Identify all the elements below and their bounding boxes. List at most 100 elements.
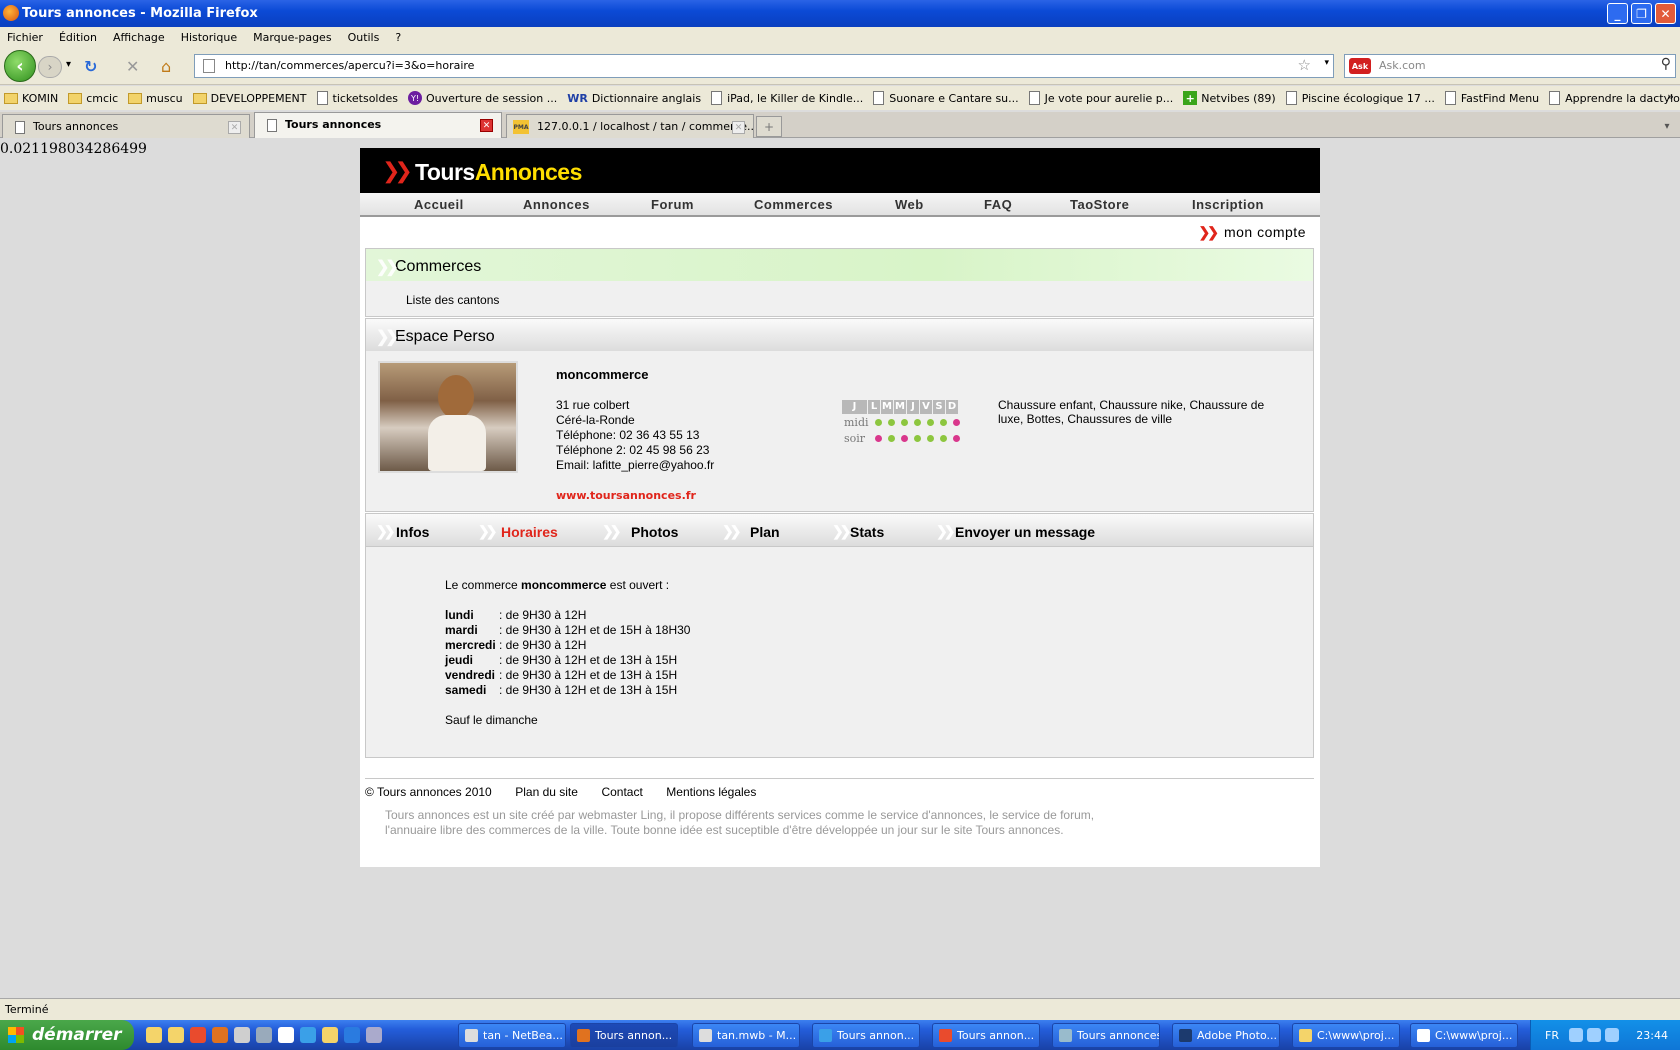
liste-cantons-link[interactable]: Liste des cantons xyxy=(406,293,499,307)
menu-help[interactable]: ? xyxy=(395,31,401,44)
shop-photo[interactable] xyxy=(378,361,518,473)
subtab-horaires[interactable]: Horaires xyxy=(501,524,558,540)
bookmark-dictionnaire[interactable]: WR Dictionnaire anglais xyxy=(567,92,701,105)
task-folder-proj[interactable]: C:\www\proj... xyxy=(1292,1023,1400,1048)
bookmark-ipad[interactable]: iPad, le Killer de Kindle... xyxy=(711,91,863,105)
bookmark-komin[interactable]: KOMIN xyxy=(4,92,58,105)
explorer-icon[interactable] xyxy=(146,1027,162,1043)
task-ie-tours[interactable]: Tours annon... xyxy=(812,1023,920,1048)
task-chrome-tours[interactable]: Tours annon... xyxy=(932,1023,1040,1048)
nav-accueil[interactable]: Accueil xyxy=(414,197,464,212)
nav-forum[interactable]: Forum xyxy=(651,197,694,212)
menu-outils[interactable]: Outils xyxy=(348,31,380,44)
menu-marque-pages[interactable]: Marque-pages xyxy=(253,31,331,44)
quick-launch xyxy=(146,1027,382,1043)
url-bar[interactable]: http://tan/commerces/apercu?i=3&o=horair… xyxy=(194,54,1334,78)
tab-close-icon[interactable]: ✕ xyxy=(732,121,745,134)
double-chevron-icon: ❯❯ xyxy=(832,523,852,539)
back-button[interactable]: ‹ xyxy=(4,50,36,82)
volume-icon[interactable] xyxy=(1587,1028,1601,1042)
footer-plan-du-site[interactable]: Plan du site xyxy=(515,785,578,799)
folder-icon[interactable] xyxy=(322,1027,338,1043)
menu-fichier[interactable]: Fichier xyxy=(7,31,43,44)
bookmark-suonare[interactable]: Suonare e Cantare su... xyxy=(873,91,1019,105)
footer-contact[interactable]: Contact xyxy=(601,785,642,799)
mon-compte-link[interactable]: ❯❯ mon compte xyxy=(1198,224,1306,241)
task-firefox-tours[interactable]: Tours annon... xyxy=(570,1023,678,1048)
tab-phpmyadmin[interactable]: PMA 127.0.0.1 / localhost / tan / commer… xyxy=(506,114,754,138)
new-tab-button[interactable]: + xyxy=(756,116,782,137)
footer-mentions-legales[interactable]: Mentions légales xyxy=(666,785,756,799)
bookmark-developpement[interactable]: DEVELOPPEMENT xyxy=(192,92,307,105)
minimize-button[interactable]: _ xyxy=(1607,3,1628,24)
nav-commerces[interactable]: Commerces xyxy=(754,197,833,212)
bookmark-label: iPad, le Killer de Kindle... xyxy=(727,91,864,105)
tab-close-icon[interactable]: ✕ xyxy=(228,121,241,134)
subtab-photos[interactable]: Photos xyxy=(631,524,678,540)
forward-button[interactable]: › xyxy=(38,56,62,78)
opening-grid: J L M M J V S D midi soir xyxy=(842,400,966,446)
subtab-envoyer-message[interactable]: Envoyer un message xyxy=(955,524,1095,540)
ie-icon[interactable] xyxy=(344,1027,360,1043)
nav-faq[interactable]: FAQ xyxy=(984,197,1012,212)
reload-icon[interactable]: ↻ xyxy=(84,57,97,76)
bookmark-muscu[interactable]: muscu xyxy=(128,92,183,105)
task-mwb[interactable]: tan.mwb - M... xyxy=(692,1023,800,1048)
subtab-stats[interactable]: Stats xyxy=(850,524,884,540)
shop-website-link[interactable]: www.toursannonces.fr xyxy=(556,489,696,503)
ask-engine-icon[interactable]: Ask xyxy=(1349,58,1371,74)
users-icon[interactable] xyxy=(234,1027,250,1043)
tool-icon[interactable] xyxy=(256,1027,272,1043)
history-dropdown-icon[interactable]: ▾ xyxy=(66,59,71,70)
maximize-button[interactable]: ❐ xyxy=(1631,3,1652,24)
search-icon[interactable]: ⚲ xyxy=(1661,56,1671,72)
firefox-icon[interactable] xyxy=(212,1027,228,1043)
site-header: ❯❯ ToursAnnonces xyxy=(360,148,1320,193)
start-button[interactable]: démarrer xyxy=(0,1020,134,1050)
notepad-icon[interactable] xyxy=(278,1027,294,1043)
security-icon[interactable] xyxy=(1605,1028,1619,1042)
bookmark-ticketsoldes[interactable]: ticketsoldes xyxy=(316,91,398,105)
menu-affichage[interactable]: Affichage xyxy=(113,31,165,44)
subtab-plan[interactable]: Plan xyxy=(750,524,780,540)
task-safari-tours[interactable]: Tours annonces xyxy=(1052,1023,1160,1048)
tab-close-icon[interactable]: ✕ xyxy=(480,119,493,132)
nav-annonces[interactable]: Annonces xyxy=(523,197,590,212)
menu-edition[interactable]: Édition xyxy=(59,31,97,44)
subtab-infos[interactable]: Infos xyxy=(396,524,429,540)
folder-icon[interactable] xyxy=(168,1027,184,1043)
bookmark-piscine[interactable]: Piscine écologique 17 ... xyxy=(1285,91,1435,105)
search-input[interactable]: Ask Ask.com ⚲ xyxy=(1344,54,1676,78)
bookmark-star-icon[interactable]: ☆ xyxy=(1298,56,1311,74)
open-dot xyxy=(914,418,921,426)
nav-web[interactable]: Web xyxy=(895,197,924,212)
home-icon[interactable]: ⌂ xyxy=(161,57,171,76)
language-indicator[interactable]: FR xyxy=(1545,1029,1559,1042)
ie-icon[interactable] xyxy=(300,1027,316,1043)
menu-historique[interactable]: Historique xyxy=(181,31,237,44)
task-netbeans[interactable]: tan - NetBea... xyxy=(458,1023,566,1048)
bookmark-dactylo[interactable]: Apprendre la dactylog... xyxy=(1549,91,1680,105)
bookmark-cmcic[interactable]: cmcic xyxy=(68,92,118,105)
task-notepad-proj[interactable]: C:\www\proj... xyxy=(1410,1023,1518,1048)
tab-tours-annonces-active[interactable]: Tours annonces ✕ xyxy=(254,112,502,138)
stop-icon[interactable]: ✕ xyxy=(126,57,139,76)
tab-tours-annonces-1[interactable]: Tours annonces ✕ xyxy=(2,114,250,138)
url-dropdown-icon[interactable]: ▾ xyxy=(1324,58,1329,68)
tab-list-icon[interactable]: ▾ xyxy=(1658,116,1676,137)
site-logo[interactable]: ToursAnnonces xyxy=(415,159,582,186)
nav-inscription[interactable]: Inscription xyxy=(1192,197,1264,212)
tab-strip: Tours annonces ✕ Tours annonces ✕ PMA 12… xyxy=(0,112,1680,138)
bookmark-vote[interactable]: Je vote pour aurelie p... xyxy=(1028,91,1173,105)
globe-icon[interactable] xyxy=(366,1027,382,1043)
bookmarks-overflow-icon[interactable]: » xyxy=(1667,90,1674,103)
phpmyadmin-icon: PMA xyxy=(513,120,529,134)
task-photoshop[interactable]: Adobe Photo... xyxy=(1172,1023,1280,1048)
network-icon[interactable] xyxy=(1569,1028,1583,1042)
chrome-icon[interactable] xyxy=(190,1027,206,1043)
bookmark-fastfind[interactable]: FastFind Menu xyxy=(1444,91,1539,105)
bookmark-netvibes[interactable]: + Netvibes (89) xyxy=(1183,91,1276,105)
bookmark-yahoo[interactable]: Y! Ouverture de session ... xyxy=(407,91,557,105)
close-button[interactable]: ✕ xyxy=(1655,3,1676,24)
nav-taostore[interactable]: TaoStore xyxy=(1070,197,1129,212)
